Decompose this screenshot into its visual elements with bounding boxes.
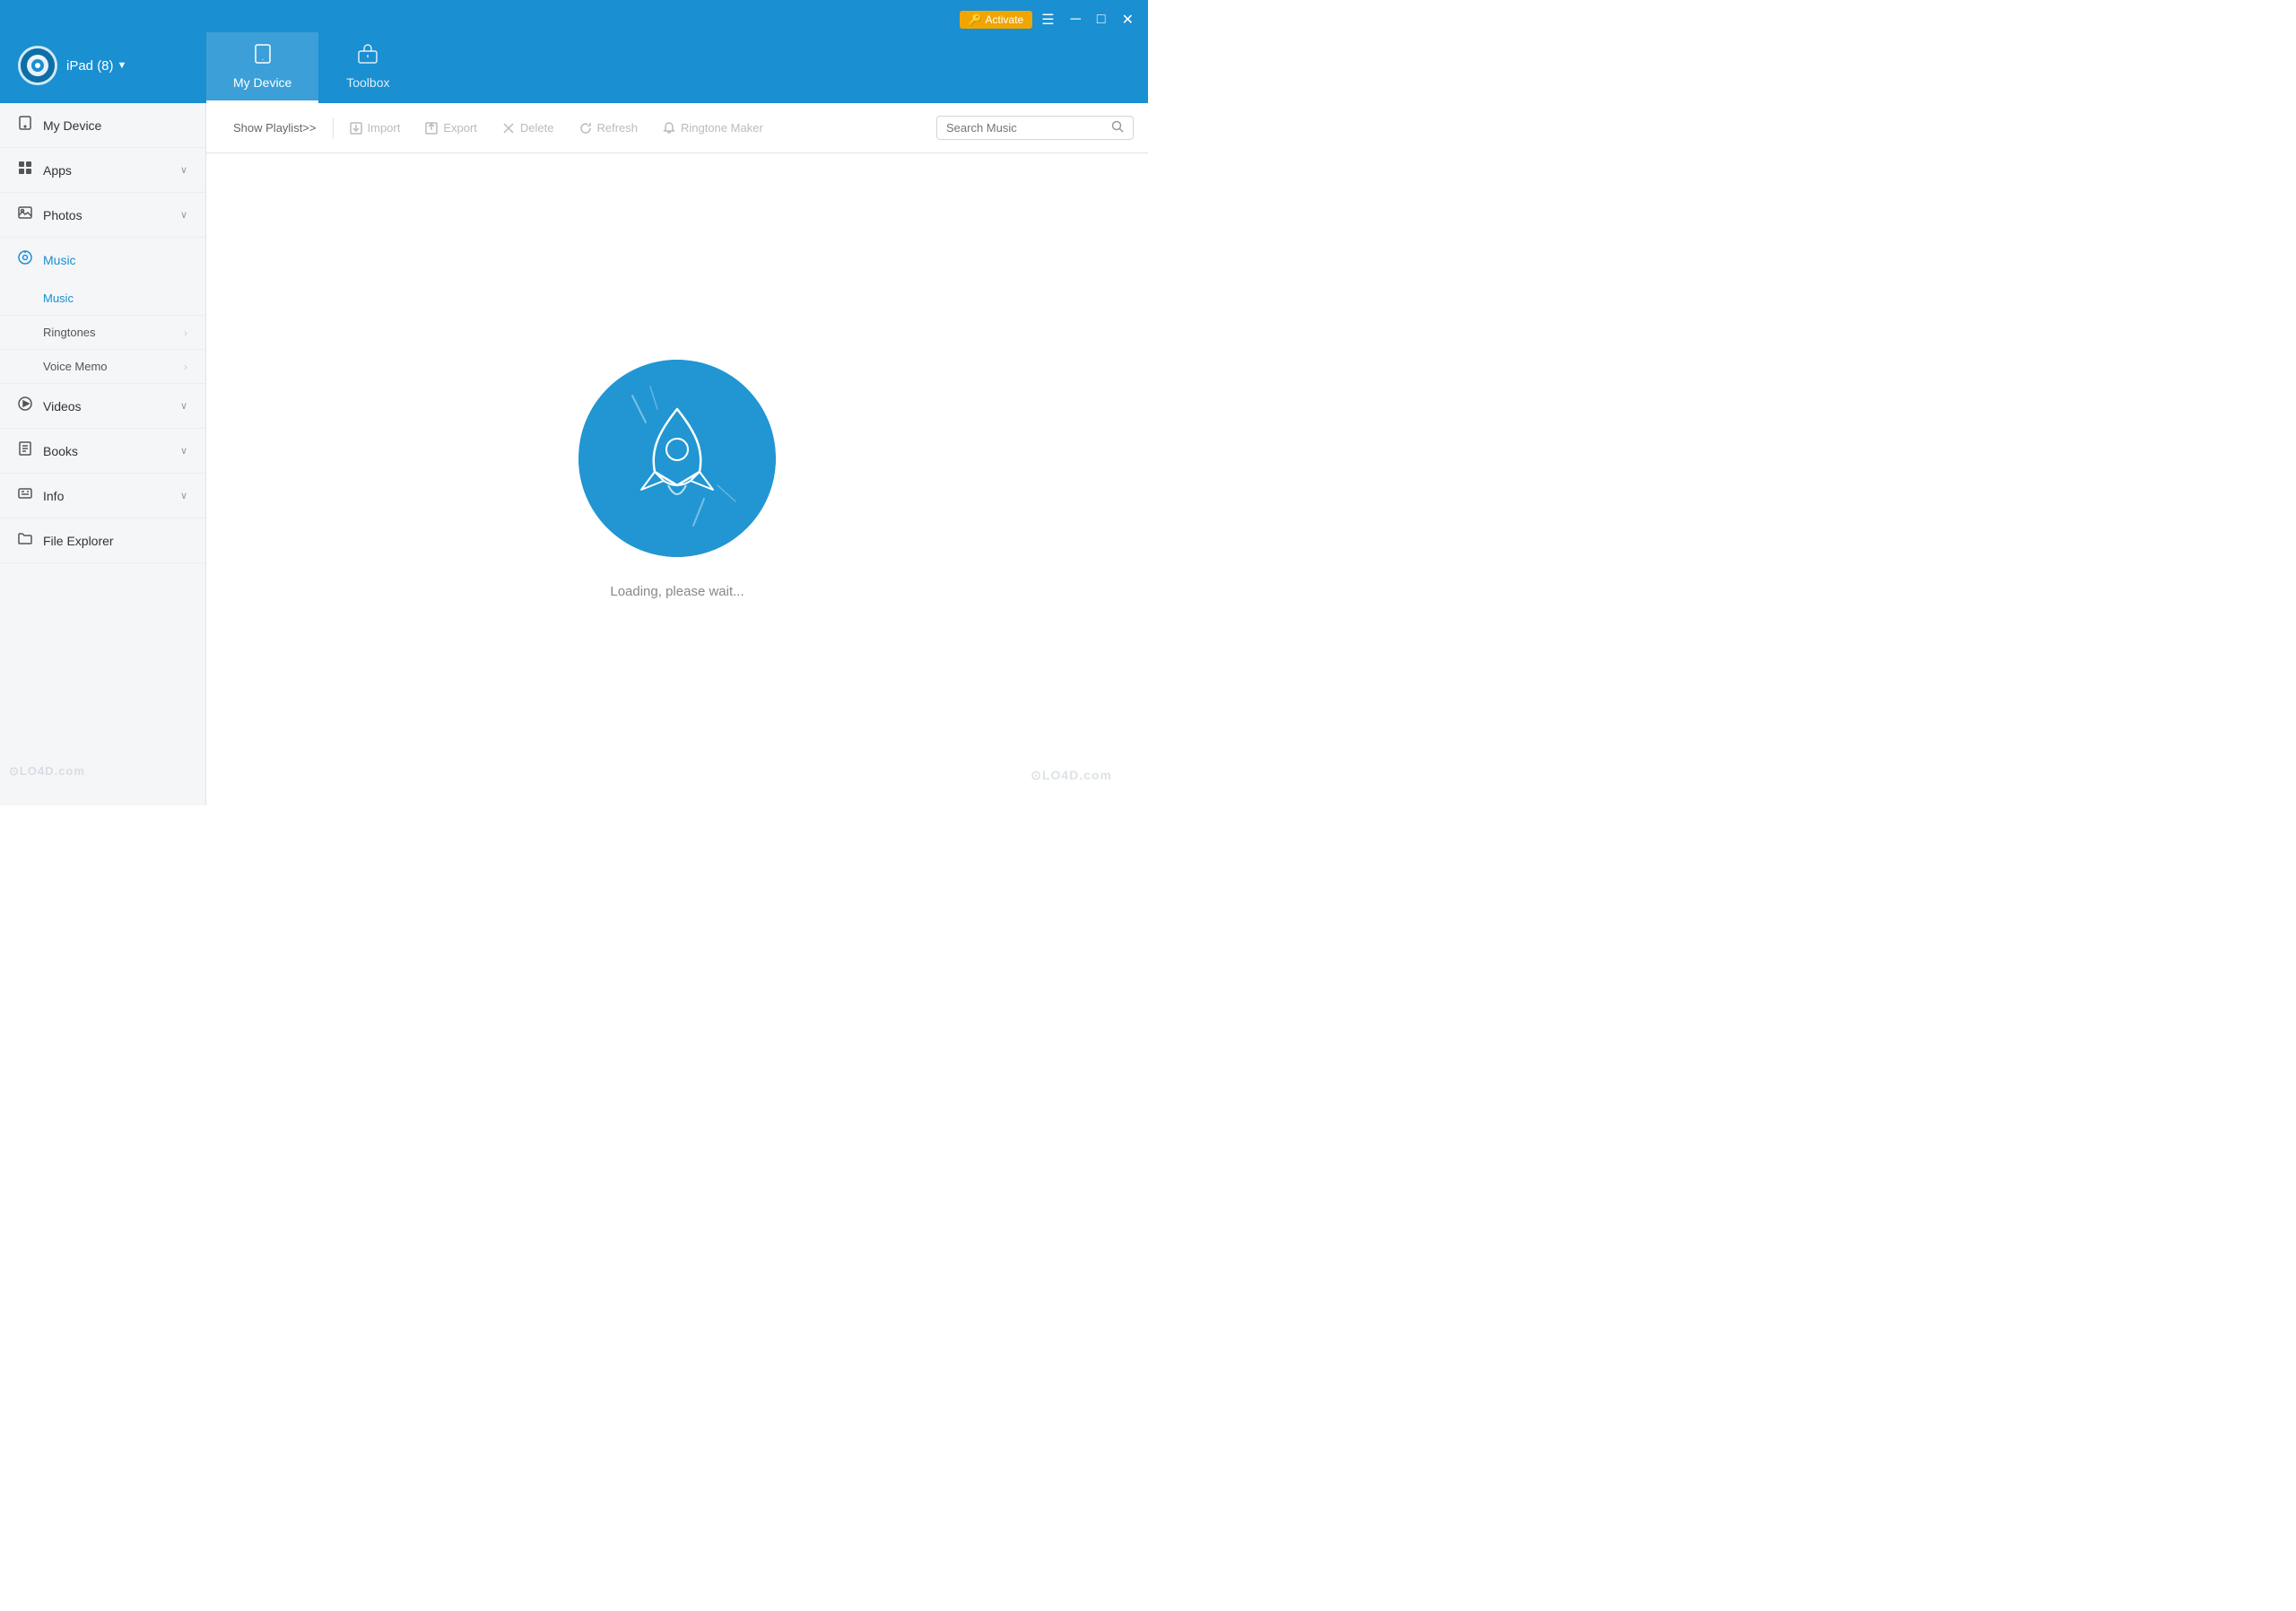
books-icon (18, 441, 32, 460)
tab-my-device[interactable]: My Device (206, 32, 318, 103)
content-area: Loading, please wait... (206, 153, 1148, 806)
sidebar-item-my-device[interactable]: My Device (0, 103, 205, 148)
window-controls: 🔑 Activate ☰ ─ □ ✕ (960, 7, 1141, 32)
activate-label: Activate (986, 13, 1024, 26)
device-name[interactable]: iPad (8) ▼ (66, 58, 126, 74)
rocket-illustration (578, 360, 776, 557)
sidebar-music-label: Music (43, 253, 187, 267)
ringtone-maker-label: Ringtone Maker (681, 121, 763, 135)
sidebar-sub-music[interactable]: Music (0, 282, 205, 316)
search-input[interactable] (946, 121, 1106, 135)
search-box (936, 116, 1134, 140)
delete-button[interactable]: Delete (490, 116, 567, 140)
device-dropdown-arrow: ▼ (117, 60, 127, 71)
tab-toolbox[interactable]: Toolbox (318, 32, 417, 103)
refresh-button[interactable]: Refresh (567, 116, 651, 140)
import-icon (350, 122, 362, 135)
export-label: Export (443, 121, 477, 135)
sidebar-apps-label: Apps (43, 163, 170, 178)
ringtone-maker-button[interactable]: Ringtone Maker (650, 116, 776, 140)
menu-button[interactable]: ☰ (1034, 7, 1061, 32)
sidebar-item-videos[interactable]: Videos ∨ (0, 384, 205, 429)
sidebar-books-label: Books (43, 444, 170, 458)
books-arrow: ∨ (180, 445, 187, 457)
sidebar-watermark: ⊙LO4D.com (9, 764, 85, 779)
sidebar-my-device-label: My Device (43, 118, 187, 133)
activate-button[interactable]: 🔑 Activate (960, 11, 1033, 29)
sidebar-file-explorer-label: File Explorer (43, 534, 187, 548)
sidebar-info-label: Info (43, 489, 170, 503)
videos-arrow: ∨ (180, 400, 187, 412)
maximize-button[interactable]: □ (1090, 8, 1113, 31)
toolbox-tab-icon (357, 43, 378, 70)
tablet-icon (252, 43, 274, 65)
videos-icon (18, 396, 32, 415)
sidebar-item-music[interactable]: Music (0, 238, 205, 282)
sidebar-photos-label: Photos (43, 208, 170, 222)
file-explorer-icon (18, 531, 32, 550)
export-button[interactable]: Export (413, 116, 490, 140)
toolbar: Show Playlist>> Import Export (206, 103, 1148, 153)
export-icon (425, 122, 438, 135)
my-device-icon (18, 116, 32, 135)
show-playlist-label: Show Playlist>> (233, 121, 317, 135)
key-icon: 🔑 (969, 13, 982, 26)
voice-memo-arrow: › (184, 361, 187, 373)
sub-ringtones-label: Ringtones (43, 326, 96, 339)
loading-text: Loading, please wait... (610, 584, 744, 599)
apps-icon (18, 161, 32, 179)
sidebar-item-photos[interactable]: Photos ∨ (0, 193, 205, 238)
my-device-tab-icon (252, 43, 274, 70)
toolbar-sep-1 (333, 118, 334, 139)
sidebar-item-books[interactable]: Books ∨ (0, 429, 205, 474)
my-device-tab-label: My Device (233, 75, 291, 90)
sub-music-label: Music (43, 292, 74, 305)
main-content: Show Playlist>> Import Export (206, 103, 1148, 806)
sidebar-item-file-explorer[interactable]: File Explorer (0, 518, 205, 563)
refresh-icon (579, 122, 592, 135)
sidebar-sub-voice-memo[interactable]: Voice Memo › (0, 350, 205, 384)
header-logo: iPad (8) ▼ (0, 46, 206, 103)
sidebar-item-apps[interactable]: Apps ∨ (0, 148, 205, 193)
toolbox-tab-label: Toolbox (346, 75, 389, 90)
header: iPad (8) ▼ My Device (0, 0, 1148, 103)
sidebar: My Device Apps ∨ Ph (0, 103, 206, 806)
app-logo (18, 46, 57, 85)
search-icon (1111, 120, 1124, 135)
sidebar-item-info[interactable]: Info ∨ (0, 474, 205, 518)
sidebar-videos-label: Videos (43, 399, 170, 414)
device-name-text: iPad (8) (66, 58, 114, 74)
import-label: Import (368, 121, 401, 135)
minimize-button[interactable]: ─ (1064, 8, 1088, 31)
logo-svg (25, 53, 50, 78)
toolbox-icon (357, 43, 378, 65)
show-playlist-button[interactable]: Show Playlist>> (221, 116, 329, 140)
music-icon (18, 250, 32, 269)
bell-icon (663, 122, 675, 135)
photos-arrow: ∨ (180, 209, 187, 221)
close-button[interactable]: ✕ (1115, 7, 1141, 32)
import-button[interactable]: Import (337, 116, 413, 140)
ringtones-arrow: › (184, 327, 187, 339)
delete-label: Delete (520, 121, 554, 135)
apps-arrow: ∨ (180, 164, 187, 176)
nav-tabs: My Device Toolbox (206, 32, 417, 103)
loading-svg (578, 360, 776, 557)
sidebar-sub-ringtones[interactable]: Ringtones › (0, 316, 205, 350)
info-arrow: ∨ (180, 490, 187, 501)
info-icon (18, 486, 32, 505)
refresh-label: Refresh (597, 121, 639, 135)
delete-icon (502, 122, 515, 135)
photos-icon (18, 205, 32, 224)
sub-voice-memo-label: Voice Memo (43, 360, 108, 373)
